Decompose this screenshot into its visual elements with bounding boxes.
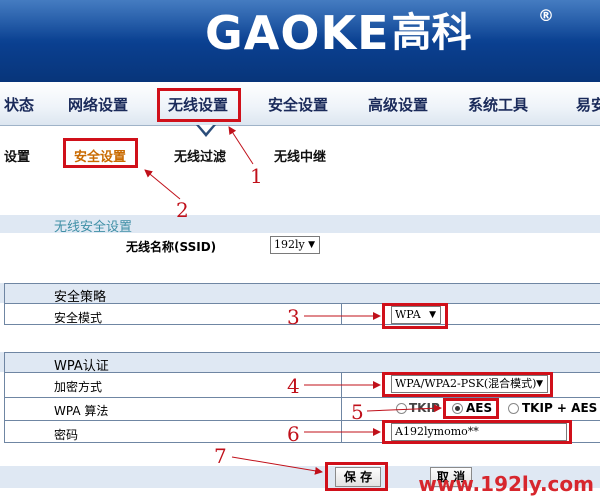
ssid-select-value: 192ly xyxy=(274,238,305,251)
watermark: www.192ly.com xyxy=(418,472,594,496)
nav-system-tools[interactable]: 系统工具 xyxy=(468,94,528,115)
highlight-box-wireless xyxy=(157,88,241,122)
main-nav: 状态 网络设置 无线设置 安全设置 高级设置 系统工具 易安 xyxy=(0,82,600,126)
radio-tkip-label: TKIP xyxy=(409,401,440,415)
annotation-5: 5 xyxy=(351,400,364,424)
ssid-select[interactable]: 192ly ▼ xyxy=(270,236,320,254)
brand-logo-latin: GAOKE xyxy=(205,6,390,60)
subnav-basic-settings[interactable]: 设置 xyxy=(4,146,30,165)
radio-tkip-aes[interactable] xyxy=(508,403,519,414)
highlight-box-aes xyxy=(443,398,499,419)
nav-security-settings[interactable]: 安全设置 xyxy=(268,94,328,115)
password-label: 密码 xyxy=(54,428,79,442)
wpa-title: WPA认证 xyxy=(54,359,109,374)
highlight-box-encryption xyxy=(382,372,553,397)
annotation-4: 4 xyxy=(287,374,300,398)
encryption-label: 加密方式 xyxy=(54,380,103,394)
highlight-box-mode xyxy=(382,303,448,329)
registered-mark: ® xyxy=(538,6,554,25)
highlight-box-save xyxy=(325,462,388,491)
policy-title: 安全策略 xyxy=(54,290,107,305)
highlight-box-password xyxy=(382,420,572,444)
annotation-6: 6 xyxy=(287,422,300,446)
annotation-2: 2 xyxy=(176,198,189,222)
nav-status[interactable]: 状态 xyxy=(4,94,34,115)
radio-tkip-aes-label: TKIP + AES xyxy=(522,401,598,415)
brand-header: GAOKE 高科 ® xyxy=(0,0,600,82)
active-tab-pointer-inner xyxy=(199,125,213,133)
algorithm-label: WPA 算法 xyxy=(54,404,109,418)
brand-logo-cjk: 高科 xyxy=(391,10,472,56)
arrow-2 xyxy=(144,169,181,200)
ssid-label: 无线名称(SSID) xyxy=(126,240,217,254)
brand-logo: GAOKE 高科 xyxy=(205,8,472,58)
nav-easy-setup[interactable]: 易安 xyxy=(576,94,600,115)
subnav-wireless-filter[interactable]: 无线过滤 xyxy=(174,146,226,165)
nav-advanced-settings[interactable]: 高级设置 xyxy=(368,94,428,115)
radio-tkip[interactable] xyxy=(396,403,407,414)
annotation-1: 1 xyxy=(250,164,263,188)
subnav-wireless-relay[interactable]: 无线中继 xyxy=(274,146,326,165)
annotation-3: 3 xyxy=(287,305,300,329)
arrow-1 xyxy=(228,126,254,165)
highlight-box-security xyxy=(63,138,138,168)
dropdown-arrow-icon: ▼ xyxy=(308,240,315,250)
annotation-7: 7 xyxy=(214,444,227,468)
wireless-security-title: 无线安全设置 xyxy=(54,220,133,235)
nav-network-settings[interactable]: 网络设置 xyxy=(68,94,128,115)
security-mode-label: 安全模式 xyxy=(54,311,103,325)
